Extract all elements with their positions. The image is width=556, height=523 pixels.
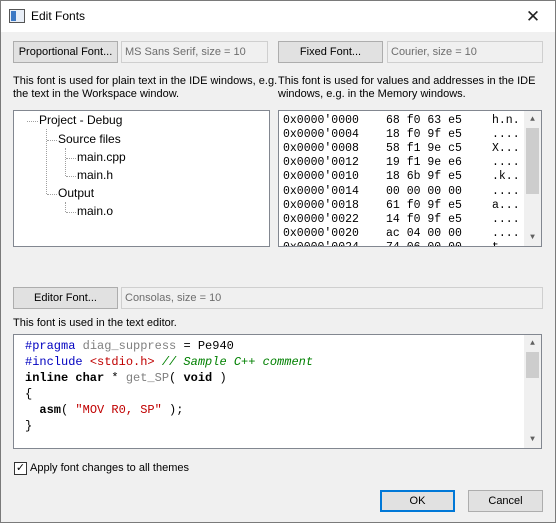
memory-address: 0x0000'0000 — [283, 114, 359, 127]
code-asm-string: "MOV R0, SP" — [75, 403, 162, 417]
code-asm-keyword: asm — [39, 403, 62, 417]
editor-scroll-down-icon[interactable]: ▼ — [524, 431, 541, 448]
memory-bytes: 58 f1 9e c5 — [386, 142, 462, 156]
memory-preview: 0x0000'0000 68 f0 63 e5 h.n. 0x0000'0004 18 … — [278, 110, 542, 247]
memory-ascii: .... — [492, 212, 520, 226]
code-signature-close: ) — [212, 371, 227, 385]
code-pragma-keyword: #pragma — [25, 339, 76, 353]
code-pragma-rest: = Pe940 — [176, 339, 234, 353]
fixed-description-line1: This font is used for values and address… — [278, 75, 536, 87]
memory-ascii: .k.. — [492, 170, 520, 184]
scroll-thumb[interactable] — [526, 128, 539, 194]
memory-bytes: 19 f1 9e e6 — [386, 156, 462, 170]
fixed-description-line2: windows, e.g. in the Memory windows. — [278, 88, 466, 100]
code-function-name: get_SP — [125, 371, 170, 385]
memory-ascii: h.n. — [492, 114, 520, 127]
proportional-font-button[interactable]: Proportional Font... — [13, 41, 118, 63]
scroll-up-icon[interactable]: ▲ — [524, 111, 541, 128]
tree-source-folder[interactable]: Source files — [58, 132, 121, 146]
fixed-font-description: This font is used for values and address… — [278, 75, 535, 101]
memory-bytes: 74 06 00 00 — [386, 241, 462, 246]
memory-ascii: .... — [492, 156, 520, 170]
code-comment: // Sample C++ comment — [161, 355, 314, 369]
code-pragma-name: diag_suppress — [82, 339, 177, 353]
memory-bytes: ac 04 00 00 — [386, 226, 462, 240]
editor-scrollbar[interactable]: ▲ ▼ — [524, 335, 541, 448]
memory-ascii: a... — [492, 198, 520, 212]
memory-address: 0x0000'0018 — [283, 198, 359, 212]
title-bar: Edit Fonts ✕ — [1, 1, 555, 32]
memory-address: 0x0000'0012 — [283, 156, 359, 170]
close-icon[interactable]: ✕ — [511, 1, 555, 32]
memory-address: 0x0000'0024 — [283, 241, 359, 246]
editor-preview: #pragma diag_suppress = Pe940 #include <… — [13, 334, 542, 449]
memory-bytes: 14 f0 9f e5 — [386, 212, 462, 226]
memory-address: 0x0000'0004 — [283, 128, 359, 142]
memory-address: 0x0000'0008 — [283, 142, 359, 156]
workspace-preview: Project - Debug Source files main.cpp ma… — [13, 110, 270, 247]
window-icon — [9, 9, 25, 23]
editor-font-button[interactable]: Editor Font... — [13, 287, 118, 309]
memory-bytes: 00 00 00 00 — [386, 184, 462, 198]
tree-file-main-h[interactable]: main.h — [77, 168, 113, 182]
code-signature-star: * — [104, 371, 126, 385]
memory-ascii: t... — [492, 241, 520, 246]
fixed-font-button[interactable]: Fixed Font... — [278, 41, 383, 63]
code-line-brace-open: { — [25, 387, 33, 401]
code-void-keyword: void — [183, 371, 213, 385]
memory-bytes: 61 f0 9f e5 — [386, 198, 462, 212]
code-line-signature: inline char * get_SP( void ) — [25, 370, 227, 386]
memory-scrollbar[interactable]: ▲ ▼ — [524, 111, 541, 246]
memory-ascii: .... — [492, 184, 520, 198]
memory-ascii: .... — [492, 128, 520, 142]
ok-button[interactable]: OK — [380, 490, 455, 512]
tree-file-main-o[interactable]: main.o — [77, 204, 113, 218]
tree-project-root[interactable]: Project - Debug — [39, 113, 122, 127]
editor-font-description: This font is used in the text editor. — [13, 317, 177, 329]
editor-font-field: Consolas, size = 10 — [121, 287, 543, 309]
proportional-font-description: This font is used for plain text in the … — [13, 75, 277, 101]
apply-all-themes-label[interactable]: Apply font changes to all themes — [30, 462, 189, 475]
code-asm-open: ( — [61, 403, 76, 417]
code-line-include: #include <stdio.h> // Sample C++ comment — [25, 354, 313, 370]
edit-fonts-dialog: Edit Fonts ✕ Proportional Font... MS San… — [0, 0, 556, 523]
tree-output-folder[interactable]: Output — [58, 186, 94, 200]
memory-address: 0x0000'0022 — [283, 212, 359, 226]
memory-bytes: 68 f0 63 e5 — [386, 114, 462, 127]
editor-scroll-up-icon[interactable]: ▲ — [524, 335, 541, 352]
code-signature-open: ( — [169, 371, 184, 385]
cancel-button[interactable]: Cancel — [468, 490, 543, 512]
code-line-pragma: #pragma diag_suppress = Pe940 — [25, 338, 234, 354]
memory-address: 0x0000'0010 — [283, 170, 359, 184]
memory-ascii: X... — [492, 142, 520, 156]
code-include-keyword: #include — [25, 355, 83, 369]
code-asm-close: ); — [161, 403, 184, 417]
tree-file-main-cpp[interactable]: main.cpp — [77, 150, 126, 164]
apply-all-themes-checkbox[interactable]: ✓ — [14, 462, 27, 475]
proportional-description-line1: This font is used for plain text in the … — [13, 75, 278, 87]
code-signature-keywords: inline char — [25, 371, 105, 385]
memory-bytes: 18 6b 9f e5 — [386, 170, 462, 184]
code-include-file: <stdio.h> — [89, 355, 155, 369]
memory-address: 0x0000'0014 — [283, 184, 359, 198]
code-line-brace-close: } — [25, 419, 33, 433]
memory-address: 0x0000'0020 — [283, 226, 359, 240]
proportional-font-field: MS Sans Serif, size = 10 — [121, 41, 268, 63]
fixed-font-field: Courier, size = 10 — [387, 41, 543, 63]
window-title: Edit Fonts — [31, 9, 86, 23]
code-line-asm: asm( "MOV R0, SP" ); — [25, 402, 183, 418]
proportional-description-line2: the text in the Workspace window. — [13, 88, 180, 100]
memory-ascii: .... — [492, 226, 520, 240]
memory-bytes: 18 f0 9f e5 — [386, 128, 462, 142]
editor-scroll-thumb[interactable] — [526, 352, 539, 378]
scroll-down-icon[interactable]: ▼ — [524, 229, 541, 246]
